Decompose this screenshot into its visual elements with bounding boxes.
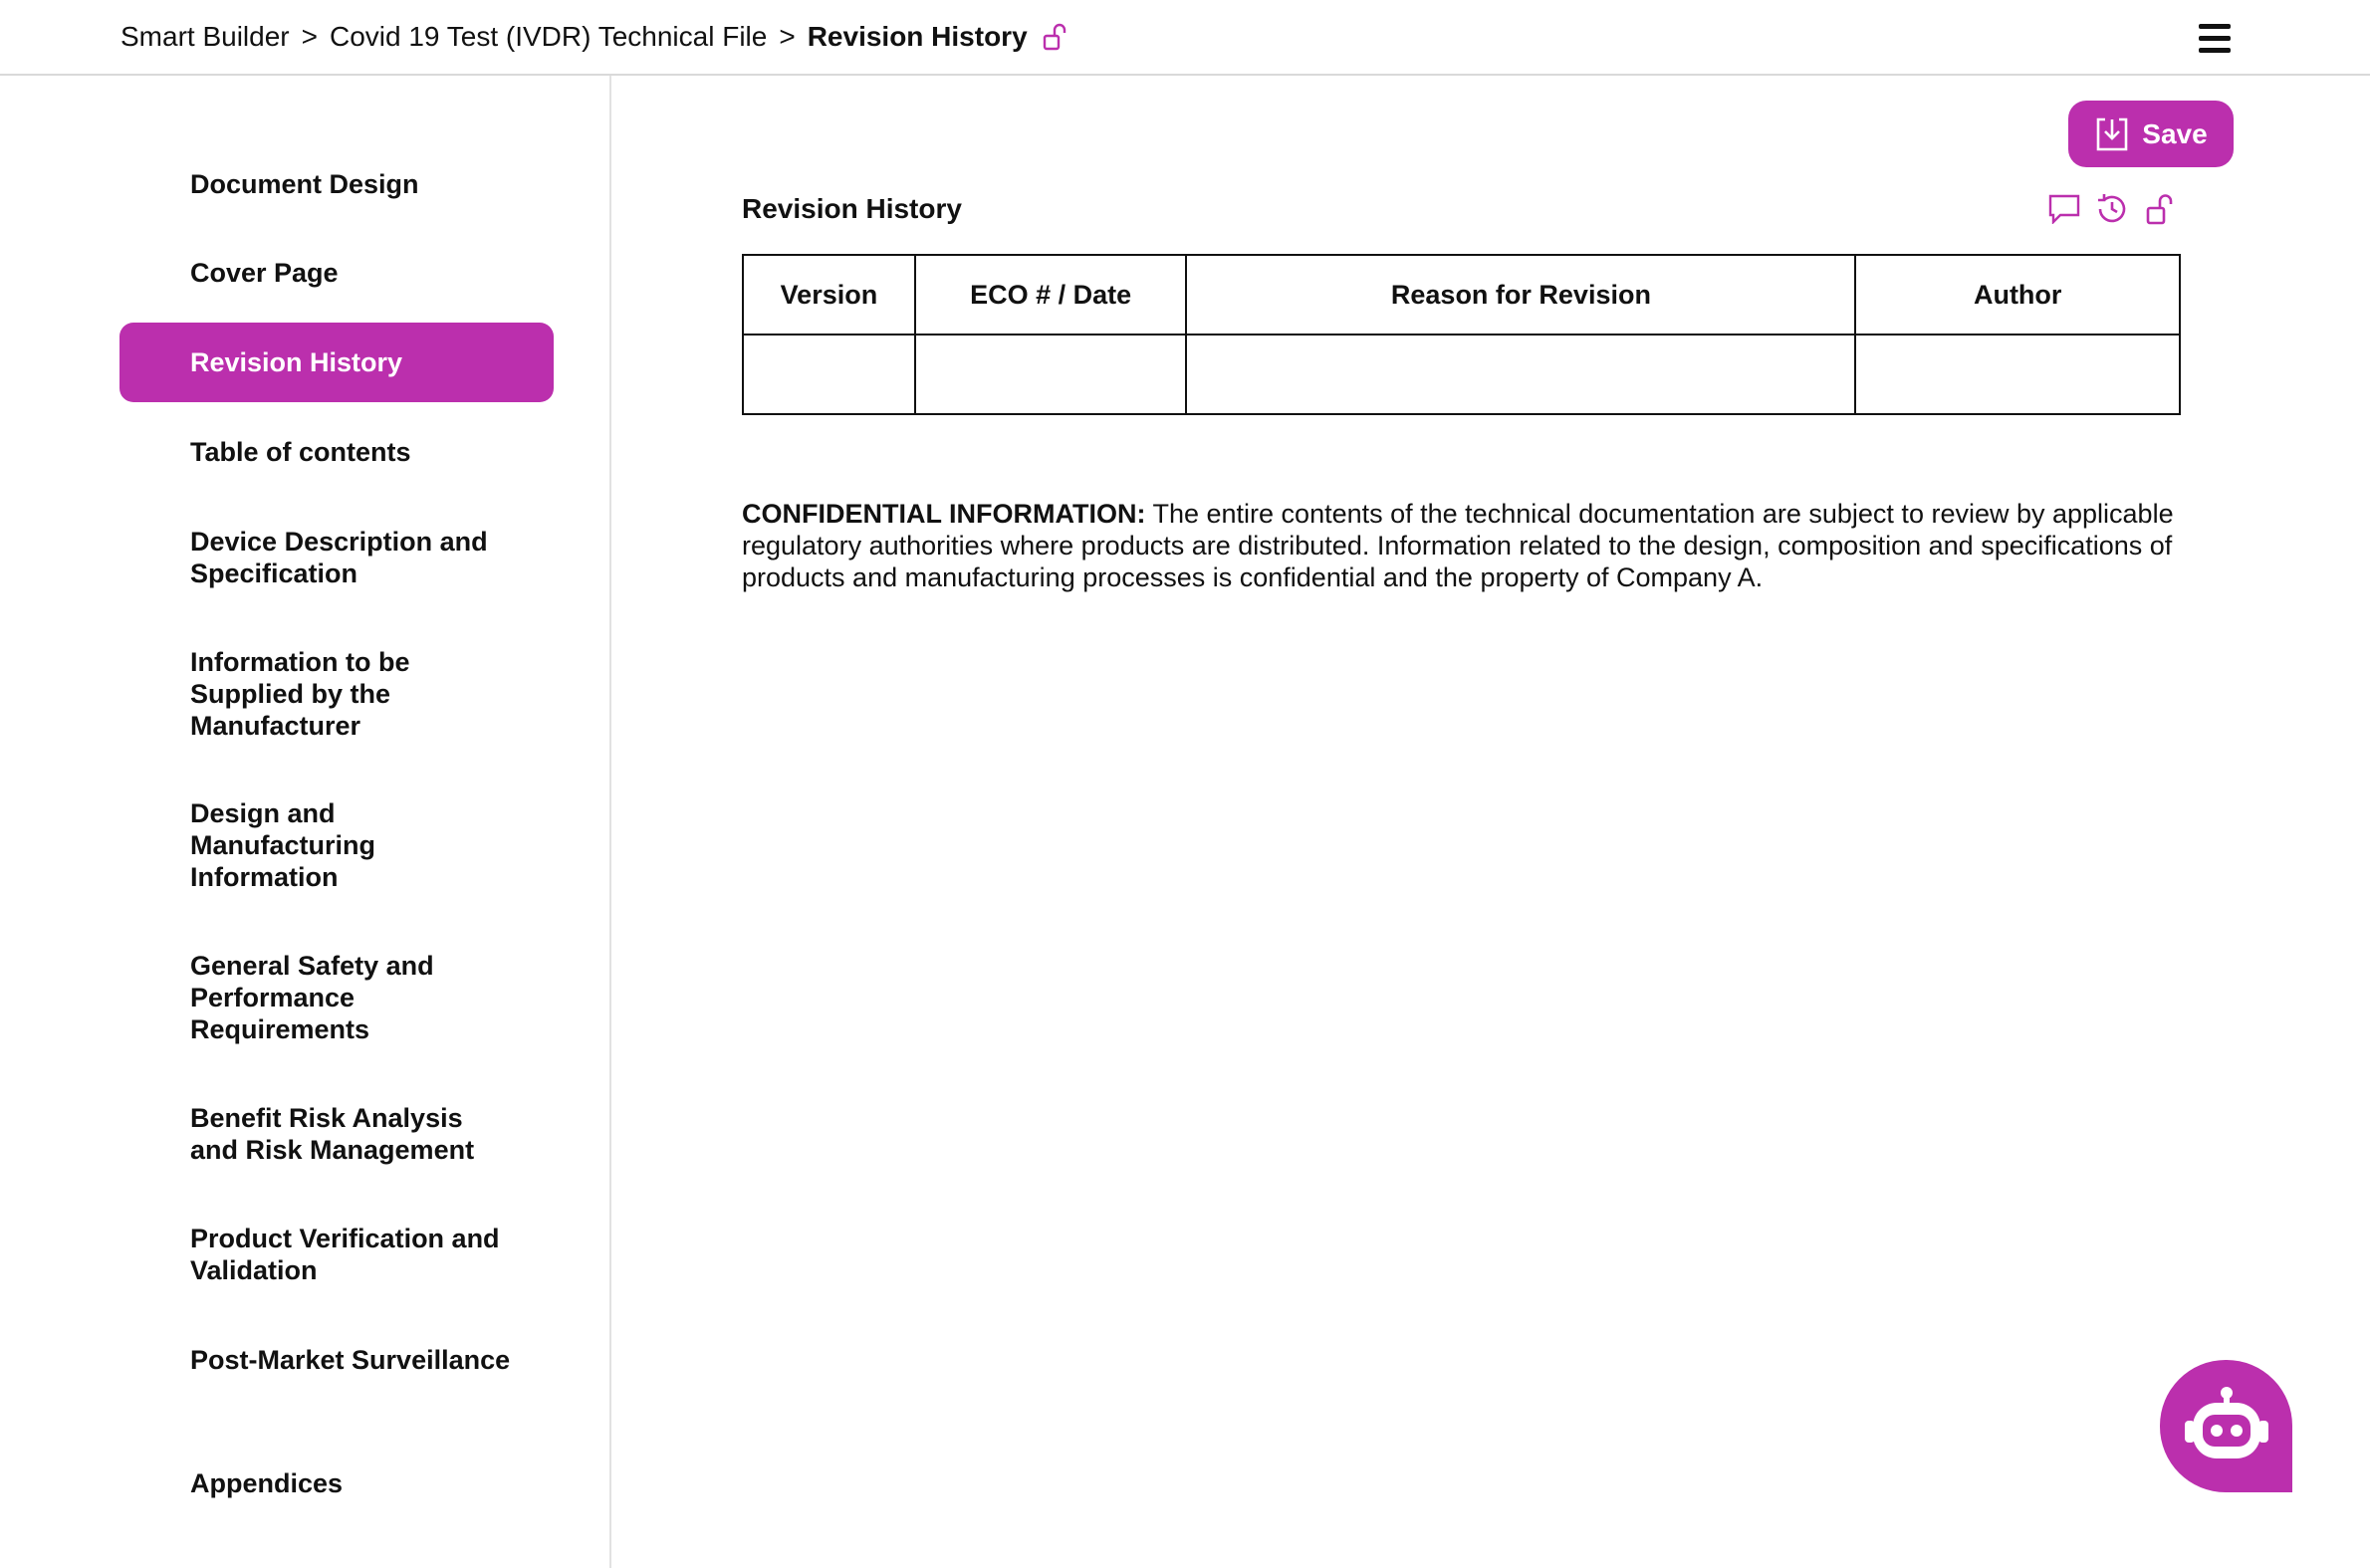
column-header-version: Version (742, 254, 916, 336)
table-cell-author[interactable] (1854, 334, 2181, 415)
robot-icon (2184, 1386, 2268, 1458)
column-header-reason: Reason for Revision (1185, 254, 1857, 336)
table-cell-version[interactable] (742, 334, 916, 415)
sidebar-item-general-safety[interactable]: General Safety and Performance Requireme… (119, 950, 554, 1045)
confidential-notice: CONFIDENTIAL INFORMATION: The entire con… (742, 498, 2186, 593)
revision-history-table: Version ECO # / Date Reason for Revision… (742, 254, 2181, 415)
save-icon (2096, 117, 2128, 150)
section-title: Revision History (742, 193, 962, 224)
column-header-author: Author (1854, 254, 2181, 336)
hamburger-menu-icon[interactable] (2199, 24, 2233, 56)
history-icon[interactable] (2094, 191, 2130, 227)
unlock-icon[interactable] (1042, 22, 1067, 52)
breadcrumb-current: Revision History (807, 21, 1028, 52)
confidential-heading: CONFIDENTIAL INFORMATION: (742, 499, 1146, 529)
sidebar-item-post-market[interactable]: Post-Market Surveillance (119, 1344, 554, 1376)
unlock-icon[interactable] (2142, 191, 2178, 227)
save-button[interactable]: Save (2068, 101, 2234, 167)
sidebar-item-benefit-risk[interactable]: Benefit Risk Analysis and Risk Managemen… (119, 1102, 554, 1166)
sidebar-item-product-verification[interactable]: Product Verification and Validation (119, 1223, 554, 1286)
sidebar-item-device-description[interactable]: Device Description and Specification (119, 526, 554, 589)
top-bar: Smart Builder > Covid 19 Test (IVDR) Tec… (0, 0, 2370, 76)
section-toolbar (2046, 191, 2178, 227)
breadcrumb-root[interactable]: Smart Builder (120, 18, 290, 56)
table-header-row: Version ECO # / Date Reason for Revision… (742, 254, 2181, 336)
sidebar: Document Design Cover Page Revision Hist… (0, 76, 611, 1568)
breadcrumb: Smart Builder > Covid 19 Test (IVDR) Tec… (120, 18, 1067, 56)
sidebar-item-revision-history[interactable]: Revision History (119, 323, 554, 402)
assistant-bot-button[interactable] (2160, 1360, 2292, 1492)
breadcrumb-parent[interactable]: Covid 19 Test (IVDR) Technical File (330, 18, 767, 56)
breadcrumb-separator: > (779, 21, 796, 52)
sidebar-item-cover-page[interactable]: Cover Page (119, 257, 554, 289)
sidebar-item-information-supplied[interactable]: Information to be Supplied by the Manufa… (119, 646, 554, 742)
comment-icon[interactable] (2046, 191, 2082, 227)
column-header-eco-date: ECO # / Date (913, 254, 1188, 336)
table-cell-eco-date[interactable] (913, 334, 1188, 415)
save-label: Save (2142, 117, 2208, 149)
sidebar-item-table-of-contents[interactable]: Table of contents (119, 436, 554, 468)
table-row (742, 334, 2181, 415)
sidebar-item-design-manufacturing[interactable]: Design and Manufacturing Information (119, 797, 554, 893)
sidebar-item-document-design[interactable]: Document Design (119, 168, 554, 200)
table-cell-reason[interactable] (1185, 334, 1857, 415)
sidebar-item-appendices[interactable]: Appendices (119, 1467, 554, 1499)
breadcrumb-separator: > (301, 21, 318, 52)
